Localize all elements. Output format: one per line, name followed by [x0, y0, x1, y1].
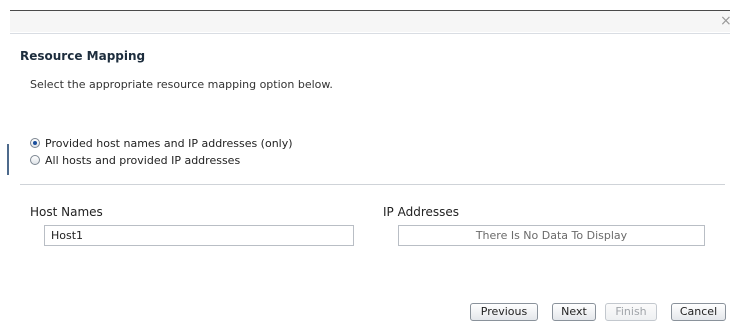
radio-unselected-icon[interactable]: [30, 155, 40, 165]
close-icon[interactable]: ×: [720, 13, 730, 29]
option-label: All hosts and provided IP addresses: [45, 153, 241, 167]
option-label: Provided host names and IP addresses (on…: [45, 136, 293, 150]
option-all-hosts[interactable]: All hosts and provided IP addresses: [30, 152, 240, 168]
ip-addresses-label: IP Addresses: [383, 205, 460, 219]
dialog-header-bar: [10, 11, 730, 32]
host-names-label: Host Names: [30, 205, 103, 219]
previous-button[interactable]: Previous: [470, 303, 538, 321]
ip-addresses-field[interactable]: There Is No Data To Display: [398, 225, 705, 246]
host-names-field[interactable]: Host1: [44, 225, 354, 246]
radio-selected-icon[interactable]: [30, 138, 40, 148]
finish-button[interactable]: Finish: [605, 303, 657, 321]
focus-indicator: [7, 144, 9, 175]
cancel-button[interactable]: Cancel: [671, 303, 726, 321]
option-provided-hosts[interactable]: Provided host names and IP addresses (on…: [30, 135, 293, 151]
section-divider: [20, 184, 725, 185]
next-button[interactable]: Next: [552, 303, 596, 321]
resource-mapping-dialog: × Resource Mapping Select the appropriat…: [0, 0, 730, 334]
section-description: Select the appropriate resource mapping …: [30, 78, 333, 91]
section-title: Resource Mapping: [20, 49, 146, 63]
